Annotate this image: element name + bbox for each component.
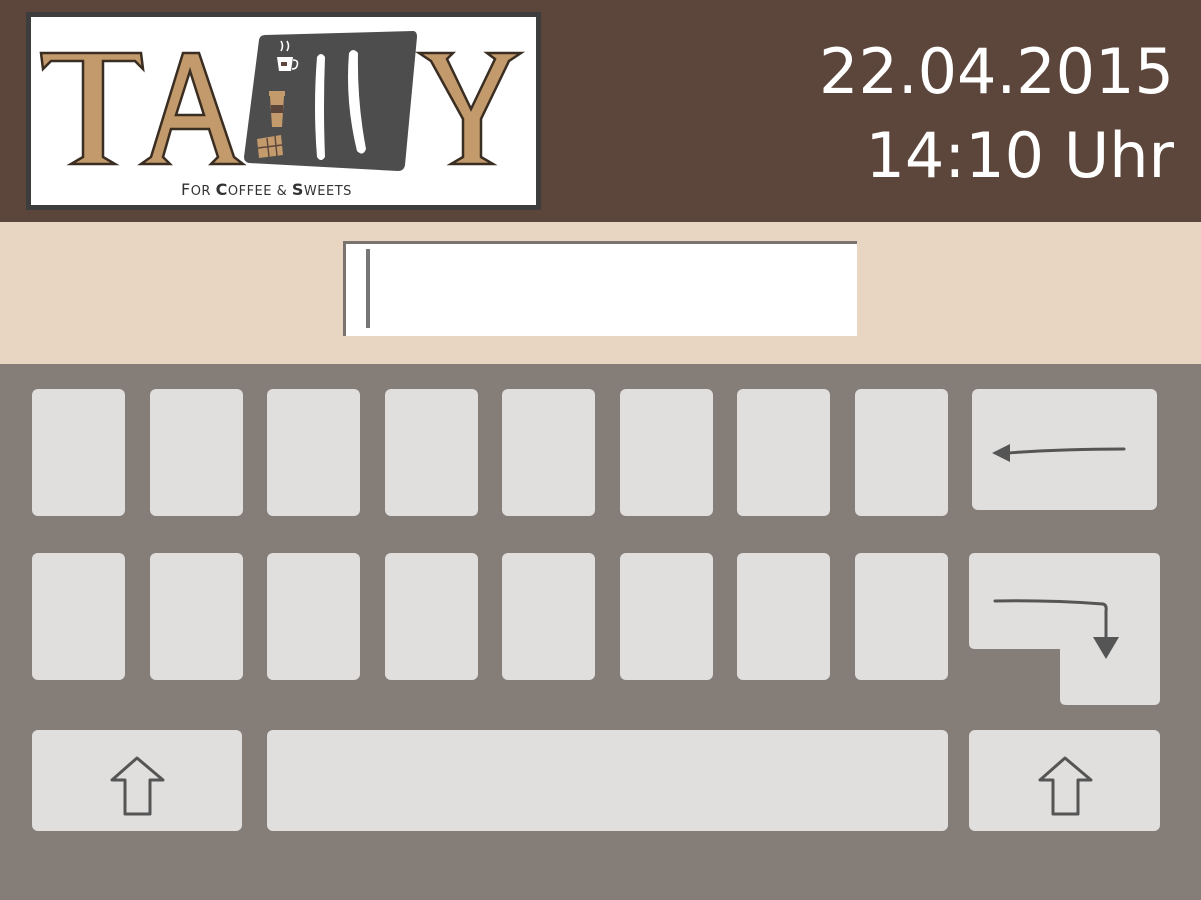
key-row2-4[interactable] xyxy=(385,553,478,680)
header-bar: FOR COFFEE & SWEETS 22.04.2015 14:10 Uhr xyxy=(0,0,1201,222)
key-row1-3[interactable] xyxy=(267,389,360,516)
key-row1-1[interactable] xyxy=(32,389,125,516)
key-row1-8[interactable] xyxy=(855,389,948,516)
logo-letter-a xyxy=(137,51,247,166)
input-area xyxy=(0,222,1201,364)
shift-key-left[interactable] xyxy=(32,730,242,831)
backspace-arrow-icon xyxy=(992,444,1126,462)
on-screen-keyboard xyxy=(0,364,1201,900)
key-row1-2[interactable] xyxy=(150,389,243,516)
key-row1-6[interactable] xyxy=(620,389,713,516)
key-row1-5[interactable] xyxy=(502,389,595,516)
space-key[interactable] xyxy=(267,730,948,831)
key-row1-4[interactable] xyxy=(385,389,478,516)
tally-logo: FOR COFFEE & SWEETS xyxy=(26,12,541,210)
datetime-display: 22.04.2015 14:10 Uhr xyxy=(819,30,1174,198)
key-row2-2[interactable] xyxy=(150,553,243,680)
key-row2-7[interactable] xyxy=(737,553,830,680)
chocolate-icon xyxy=(257,135,283,158)
key-row2-3[interactable] xyxy=(267,553,360,680)
logo-stroke-1 xyxy=(315,54,325,160)
key-row2-6[interactable] xyxy=(620,553,713,680)
logo-letter-t xyxy=(39,51,145,166)
key-row1-7[interactable] xyxy=(737,389,830,516)
time-label: 14:10 Uhr xyxy=(865,119,1174,192)
shift-arrow-icon xyxy=(1038,756,1093,816)
enter-arrow-icon xyxy=(969,553,1160,705)
tally-logo-graphic: FOR COFFEE & SWEETS xyxy=(39,31,526,199)
text-input-field[interactable] xyxy=(343,241,857,336)
key-row2-8[interactable] xyxy=(855,553,948,680)
date-label: 22.04.2015 xyxy=(819,35,1174,108)
text-cursor xyxy=(366,249,370,328)
enter-key[interactable] xyxy=(969,553,1160,705)
backspace-key[interactable] xyxy=(972,389,1157,510)
key-row2-5[interactable] xyxy=(502,553,595,680)
key-row2-1[interactable] xyxy=(32,553,125,680)
shift-arrow-icon xyxy=(110,756,165,816)
shift-key-right[interactable] xyxy=(969,730,1160,831)
logo-letter-y xyxy=(414,51,526,166)
logo-tagline: FOR COFFEE & SWEETS xyxy=(181,180,352,199)
